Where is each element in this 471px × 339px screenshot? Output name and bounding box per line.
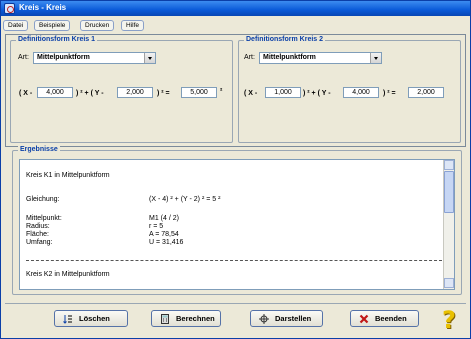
scroll-up-icon[interactable] <box>444 160 454 170</box>
eq-y-label-1: ) ² + ( Y - <box>76 90 104 97</box>
app-icon <box>4 3 15 14</box>
eq-y-label-2: ) ² + ( Y - <box>303 90 331 97</box>
berechnen-label: Berechnen <box>176 314 215 323</box>
chevron-down-icon[interactable] <box>370 53 381 63</box>
loeschen-label: Löschen <box>79 314 110 323</box>
help-icon[interactable]: ? <box>437 307 461 333</box>
k2-heading: Kreis K2 in Mittelpunktform <box>26 271 110 278</box>
art-select-2-value: Mittelpunktform <box>263 54 316 61</box>
flaeche-value: A = 78,54 <box>149 231 179 238</box>
menu-hilfe[interactable]: Hilfe <box>121 20 145 31</box>
menu-beispiele[interactable]: Beispiele <box>34 20 71 31</box>
group-kreis-2: Definitionsform Kreis 2 Art: Mittelpunkt… <box>238 36 461 143</box>
eq-end-1: ² <box>220 88 223 95</box>
main-window: Kreis - Kreis Datei Beispiele Drucken Hi… <box>0 0 471 339</box>
art-select-2[interactable]: Mittelpunktform <box>259 52 382 64</box>
darstellen-button[interactable]: Darstellen <box>250 310 323 327</box>
clear-icon <box>63 315 72 324</box>
calculator-icon <box>161 314 169 324</box>
beenden-button[interactable]: Beenden <box>350 310 419 327</box>
mittelpunkt-label: Mittelpunkt: <box>26 215 62 222</box>
results-separator <box>26 260 442 261</box>
k1-heading: Kreis K1 in Mittelpunktform <box>26 172 110 179</box>
close-icon <box>359 314 369 324</box>
art-label-2: Art: <box>244 54 255 61</box>
berechnen-button[interactable]: Berechnen <box>151 310 221 327</box>
eq-x-label-1: ( X - <box>19 90 33 97</box>
group-kreis-2-title: Definitionsform Kreis 2 <box>244 36 326 43</box>
flaeche-label: Fläche: <box>26 231 49 238</box>
gleichung-value: (X - 4) ² + (Y - 2) ² = 5 ² <box>149 196 221 203</box>
results-textarea[interactable]: Kreis K1 in Mittelpunktform Gleichung: (… <box>19 159 455 290</box>
group-kreis-1: Definitionsform Kreis 1 Art: Mittelpunkt… <box>10 36 233 143</box>
art-select-1-value: Mittelpunktform <box>37 54 90 61</box>
art-label-1: Art: <box>18 54 29 61</box>
art-select-1[interactable]: Mittelpunktform <box>33 52 156 64</box>
title-bar[interactable]: Kreis - Kreis <box>1 1 470 16</box>
eq-x-label-2: ( X - <box>244 90 258 97</box>
eq-r-label-1: ) ² = <box>157 90 170 97</box>
gleichung-label: Gleichung: <box>26 196 60 203</box>
radius-label: Radius: <box>26 223 50 230</box>
eq-r-label-2: ) ² = <box>383 90 396 97</box>
x-input-1[interactable]: 4,000 <box>37 87 73 98</box>
results-scrollbar[interactable] <box>443 160 454 289</box>
window-title: Kreis - Kreis <box>19 3 67 12</box>
crosshair-icon <box>259 314 269 324</box>
y-input-1[interactable]: 2,000 <box>117 87 153 98</box>
darstellen-label: Darstellen <box>275 314 312 323</box>
results-title: Ergebnisse <box>18 146 60 153</box>
radius-value: r = 5 <box>149 223 164 230</box>
menu-drucken[interactable]: Drucken <box>80 20 115 31</box>
results-group: Ergebnisse Kreis K1 in Mittelpunktform G… <box>12 146 462 295</box>
x-input-2[interactable]: 1,000 <box>265 87 301 98</box>
loeschen-button[interactable]: Löschen <box>54 310 128 327</box>
r-input-2[interactable]: 2,000 <box>408 87 444 98</box>
mittelpunkt-value: M1 (4 / 2) <box>149 215 179 222</box>
y-input-2[interactable]: 4,000 <box>343 87 379 98</box>
umfang-label: Umfang: <box>26 239 53 246</box>
scroll-down-icon[interactable] <box>444 278 454 288</box>
r-input-1[interactable]: 5,000 <box>181 87 217 98</box>
group-kreis-1-title: Definitionsform Kreis 1 <box>16 36 98 43</box>
menu-datei[interactable]: Datei <box>3 20 29 31</box>
beenden-label: Beenden <box>375 314 407 323</box>
scroll-thumb[interactable] <box>444 171 454 213</box>
chevron-down-icon[interactable] <box>144 53 155 63</box>
umfang-value: U = 31,416 <box>149 239 184 246</box>
